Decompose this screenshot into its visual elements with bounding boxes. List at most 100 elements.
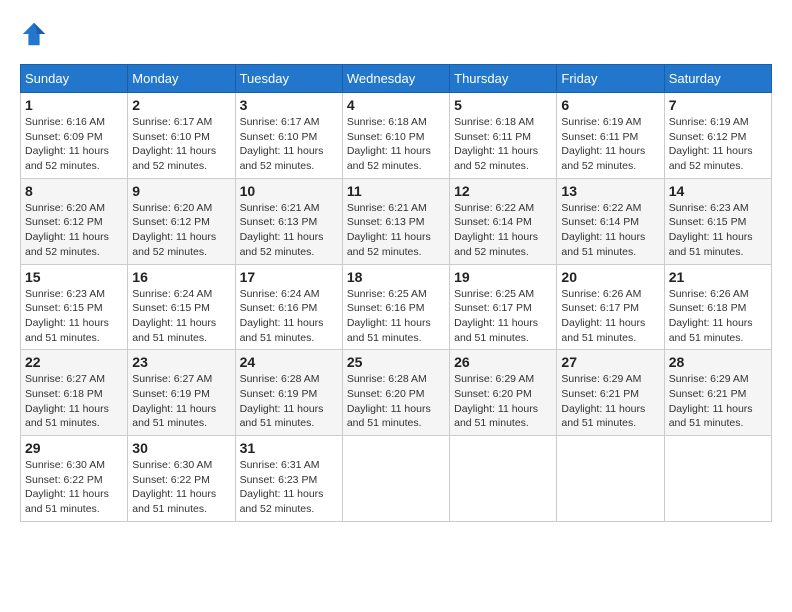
day-info: Sunrise: 6:30 AMSunset: 6:22 PMDaylight:… xyxy=(132,458,230,517)
day-number: 13 xyxy=(561,183,659,199)
calendar-cell xyxy=(557,436,664,522)
calendar-cell: 29 Sunrise: 6:30 AMSunset: 6:22 PMDayligh… xyxy=(21,436,128,522)
day-info: Sunrise: 6:28 AMSunset: 6:20 PMDaylight:… xyxy=(347,372,445,431)
calendar-day-header: Thursday xyxy=(450,65,557,93)
calendar-cell xyxy=(342,436,449,522)
calendar-cell: 21 Sunrise: 6:26 AMSunset: 6:18 PMDayligh… xyxy=(664,264,771,350)
day-info: Sunrise: 6:25 AMSunset: 6:16 PMDaylight:… xyxy=(347,287,445,346)
day-number: 12 xyxy=(454,183,552,199)
calendar-cell: 14 Sunrise: 6:23 AMSunset: 6:15 PMDayligh… xyxy=(664,178,771,264)
calendar-table: SundayMondayTuesdayWednesdayThursdayFrid… xyxy=(20,64,772,522)
day-number: 25 xyxy=(347,354,445,370)
day-info: Sunrise: 6:20 AMSunset: 6:12 PMDaylight:… xyxy=(25,201,123,260)
day-info: Sunrise: 6:27 AMSunset: 6:18 PMDaylight:… xyxy=(25,372,123,431)
calendar-cell: 25 Sunrise: 6:28 AMSunset: 6:20 PMDayligh… xyxy=(342,350,449,436)
day-number: 3 xyxy=(240,97,338,113)
day-info: Sunrise: 6:24 AMSunset: 6:16 PMDaylight:… xyxy=(240,287,338,346)
calendar-cell: 8 Sunrise: 6:20 AMSunset: 6:12 PMDaylight… xyxy=(21,178,128,264)
calendar-cell: 31 Sunrise: 6:31 AMSunset: 6:23 PMDayligh… xyxy=(235,436,342,522)
day-info: Sunrise: 6:22 AMSunset: 6:14 PMDaylight:… xyxy=(561,201,659,260)
day-info: Sunrise: 6:24 AMSunset: 6:15 PMDaylight:… xyxy=(132,287,230,346)
day-info: Sunrise: 6:18 AMSunset: 6:10 PMDaylight:… xyxy=(347,115,445,174)
day-number: 9 xyxy=(132,183,230,199)
day-number: 10 xyxy=(240,183,338,199)
calendar-day-header: Friday xyxy=(557,65,664,93)
day-number: 24 xyxy=(240,354,338,370)
day-number: 11 xyxy=(347,183,445,199)
day-number: 26 xyxy=(454,354,552,370)
calendar-cell: 2Sunrise: 6:17 AMSunset: 6:10 PMDaylight… xyxy=(128,93,235,179)
calendar-cell: 24Sunrise: 6:28 AMSunset: 6:19 PMDayligh… xyxy=(235,350,342,436)
page-header xyxy=(20,20,772,48)
calendar-cell: 17 Sunrise: 6:24 AMSunset: 6:16 PMDayligh… xyxy=(235,264,342,350)
calendar-cell: 28 Sunrise: 6:29 AMSunset: 6:21 PMDayligh… xyxy=(664,350,771,436)
day-number: 21 xyxy=(669,269,767,285)
calendar-cell: 6 Sunrise: 6:19 AMSunset: 6:11 PMDaylight… xyxy=(557,93,664,179)
calendar-cell: 20 Sunrise: 6:26 AMSunset: 6:17 PMDayligh… xyxy=(557,264,664,350)
calendar-cell: 19 Sunrise: 6:25 AMSunset: 6:17 PMDayligh… xyxy=(450,264,557,350)
calendar-cell: 15 Sunrise: 6:23 AMSunset: 6:15 PMDayligh… xyxy=(21,264,128,350)
day-number: 30 xyxy=(132,440,230,456)
day-number: 31 xyxy=(240,440,338,456)
day-number: 28 xyxy=(669,354,767,370)
day-info: Sunrise: 6:19 AMSunset: 6:12 PMDaylight:… xyxy=(669,115,767,174)
calendar-day-header: Monday xyxy=(128,65,235,93)
day-number: 8 xyxy=(25,183,123,199)
calendar-cell: 10 Sunrise: 6:21 AMSunset: 6:13 PMDayligh… xyxy=(235,178,342,264)
day-info: Sunrise: 6:23 AMSunset: 6:15 PMDaylight:… xyxy=(669,201,767,260)
calendar-cell: 30 Sunrise: 6:30 AMSunset: 6:22 PMDayligh… xyxy=(128,436,235,522)
day-number: 27 xyxy=(561,354,659,370)
day-number: 6 xyxy=(561,97,659,113)
day-info: Sunrise: 6:17 AMSunset: 6:10 PMDaylight:… xyxy=(240,115,338,174)
day-number: 15 xyxy=(25,269,123,285)
day-number: 17 xyxy=(240,269,338,285)
calendar-cell: 18 Sunrise: 6:25 AMSunset: 6:16 PMDayligh… xyxy=(342,264,449,350)
calendar-cell: 3 Sunrise: 6:17 AMSunset: 6:10 PMDaylight… xyxy=(235,93,342,179)
calendar-day-header: Sunday xyxy=(21,65,128,93)
day-info: Sunrise: 6:29 AMSunset: 6:21 PMDaylight:… xyxy=(669,372,767,431)
day-info: Sunrise: 6:21 AMSunset: 6:13 PMDaylight:… xyxy=(347,201,445,260)
day-info: Sunrise: 6:31 AMSunset: 6:23 PMDaylight:… xyxy=(240,458,338,517)
day-number: 23 xyxy=(132,354,230,370)
calendar-cell: 5 Sunrise: 6:18 AMSunset: 6:11 PMDaylight… xyxy=(450,93,557,179)
day-info: Sunrise: 6:22 AMSunset: 6:14 PMDaylight:… xyxy=(454,201,552,260)
day-number: 2 xyxy=(132,97,230,113)
calendar-cell: 1 Sunrise: 6:16 AMSunset: 6:09 PMDaylight… xyxy=(21,93,128,179)
day-info: Sunrise: 6:30 AMSunset: 6:22 PMDaylight:… xyxy=(25,458,123,517)
day-info: Sunrise: 6:23 AMSunset: 6:15 PMDaylight:… xyxy=(25,287,123,346)
day-number: 1 xyxy=(25,97,123,113)
day-info: Sunrise: 6:16 AMSunset: 6:09 PMDaylight:… xyxy=(25,115,123,174)
calendar-cell: 9 Sunrise: 6:20 AMSunset: 6:12 PMDaylight… xyxy=(128,178,235,264)
day-number: 4 xyxy=(347,97,445,113)
calendar-cell: 4 Sunrise: 6:18 AMSunset: 6:10 PMDaylight… xyxy=(342,93,449,179)
day-number: 20 xyxy=(561,269,659,285)
day-number: 18 xyxy=(347,269,445,285)
logo-icon xyxy=(20,20,48,48)
calendar-cell: 16 Sunrise: 6:24 AMSunset: 6:15 PMDayligh… xyxy=(128,264,235,350)
day-info: Sunrise: 6:29 AMSunset: 6:21 PMDaylight:… xyxy=(561,372,659,431)
day-info: Sunrise: 6:26 AMSunset: 6:18 PMDaylight:… xyxy=(669,287,767,346)
calendar-day-header: Saturday xyxy=(664,65,771,93)
calendar-cell xyxy=(664,436,771,522)
day-info: Sunrise: 6:18 AMSunset: 6:11 PMDaylight:… xyxy=(454,115,552,174)
calendar-cell: 23 Sunrise: 6:27 AMSunset: 6:19 PMDayligh… xyxy=(128,350,235,436)
day-info: Sunrise: 6:20 AMSunset: 6:12 PMDaylight:… xyxy=(132,201,230,260)
day-info: Sunrise: 6:26 AMSunset: 6:17 PMDaylight:… xyxy=(561,287,659,346)
calendar-cell: 22Sunrise: 6:27 AMSunset: 6:18 PMDayligh… xyxy=(21,350,128,436)
day-number: 5 xyxy=(454,97,552,113)
day-number: 19 xyxy=(454,269,552,285)
day-info: Sunrise: 6:25 AMSunset: 6:17 PMDaylight:… xyxy=(454,287,552,346)
calendar-day-header: Tuesday xyxy=(235,65,342,93)
day-info: Sunrise: 6:19 AMSunset: 6:11 PMDaylight:… xyxy=(561,115,659,174)
calendar-day-header: Wednesday xyxy=(342,65,449,93)
day-number: 29 xyxy=(25,440,123,456)
day-number: 16 xyxy=(132,269,230,285)
calendar-cell: 26 Sunrise: 6:29 AMSunset: 6:20 PMDayligh… xyxy=(450,350,557,436)
calendar-cell xyxy=(450,436,557,522)
calendar-cell: 11 Sunrise: 6:21 AMSunset: 6:13 PMDayligh… xyxy=(342,178,449,264)
day-info: Sunrise: 6:21 AMSunset: 6:13 PMDaylight:… xyxy=(240,201,338,260)
day-info: Sunrise: 6:29 AMSunset: 6:20 PMDaylight:… xyxy=(454,372,552,431)
calendar-cell: 12 Sunrise: 6:22 AMSunset: 6:14 PMDayligh… xyxy=(450,178,557,264)
day-info: Sunrise: 6:27 AMSunset: 6:19 PMDaylight:… xyxy=(132,372,230,431)
day-number: 14 xyxy=(669,183,767,199)
